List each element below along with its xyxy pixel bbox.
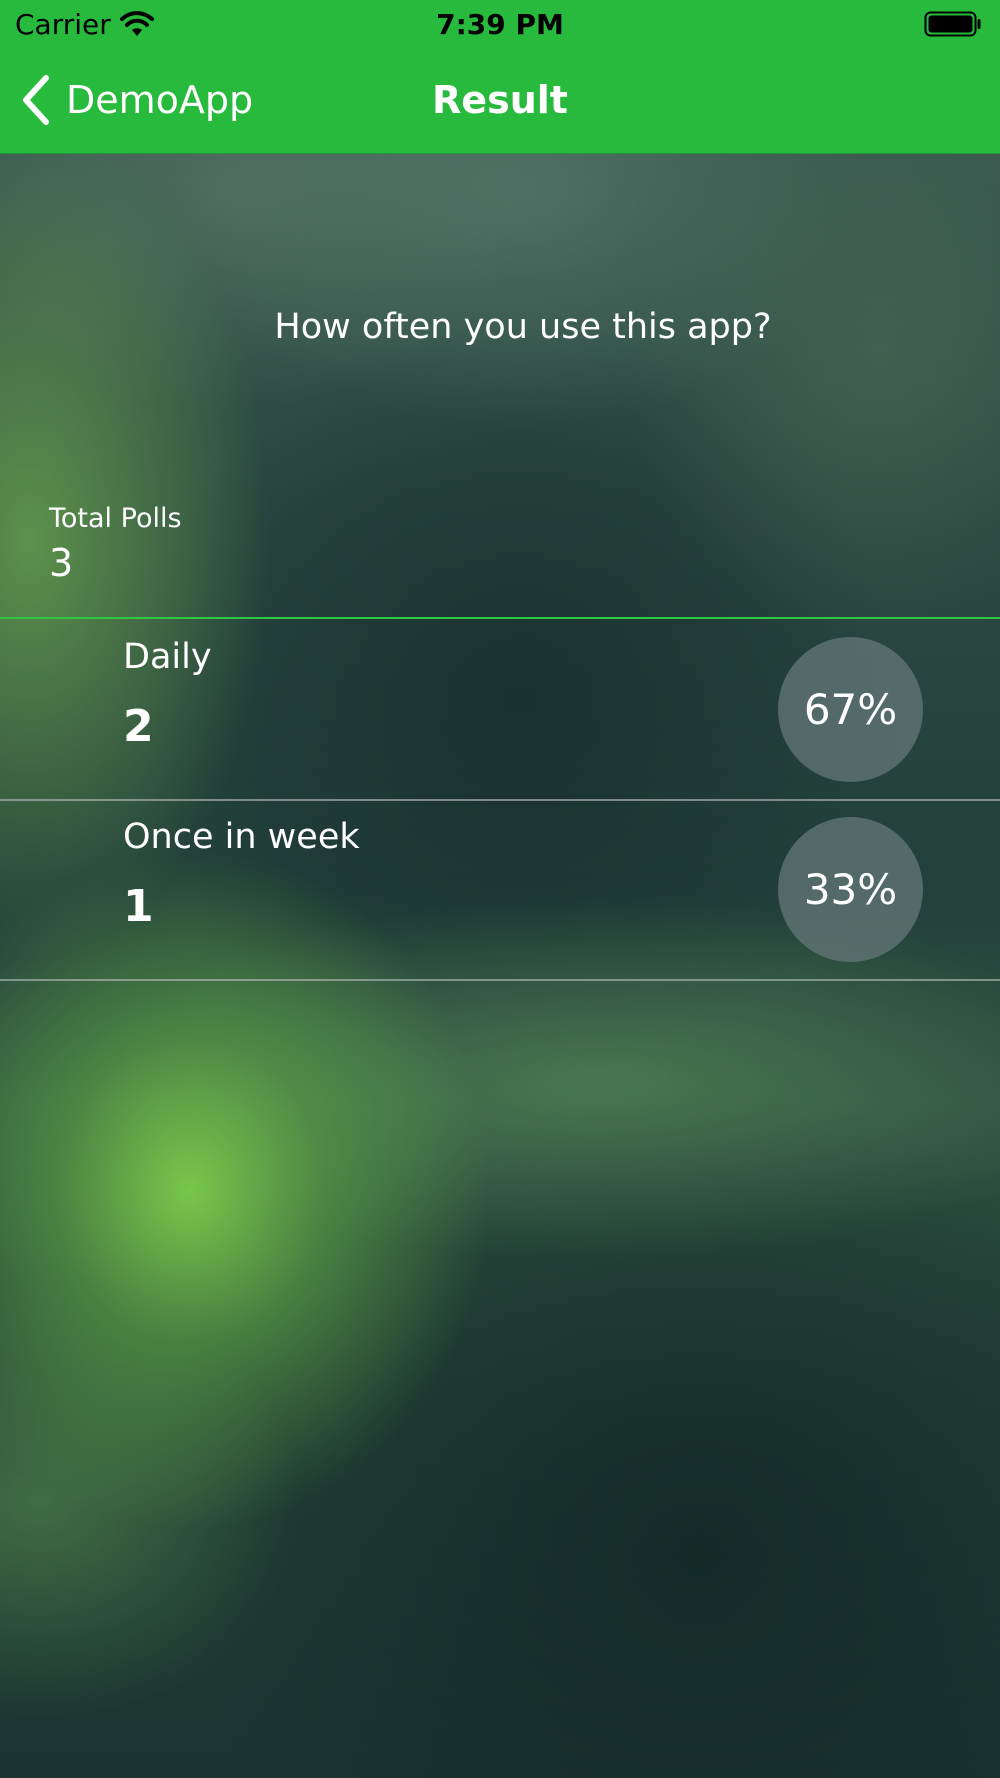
- option-vote-count: 1: [123, 881, 154, 932]
- percent-badge: 33%: [778, 817, 923, 962]
- percent-value: 67%: [803, 684, 898, 734]
- page-title: Result: [432, 78, 568, 122]
- percent-badge: 67%: [778, 637, 923, 782]
- poll-result-row: Daily 2 67%: [0, 619, 1000, 801]
- battery-icon: [924, 11, 981, 37]
- status-bar: Carrier 7:39 PM: [0, 0, 1000, 50]
- total-polls-label: Total Polls: [49, 503, 182, 534]
- total-polls-value: 3: [49, 541, 74, 585]
- poll-question: How often you use this app?: [274, 307, 772, 347]
- option-label: Daily: [123, 637, 212, 677]
- option-label: Once in week: [123, 817, 360, 857]
- percent-value: 33%: [803, 864, 898, 914]
- option-vote-count: 2: [123, 701, 154, 752]
- navigation-bar: DemoApp Result: [0, 50, 1000, 154]
- status-time: 7:39 PM: [436, 8, 564, 41]
- poll-result-row: Once in week 1 33%: [0, 799, 1000, 981]
